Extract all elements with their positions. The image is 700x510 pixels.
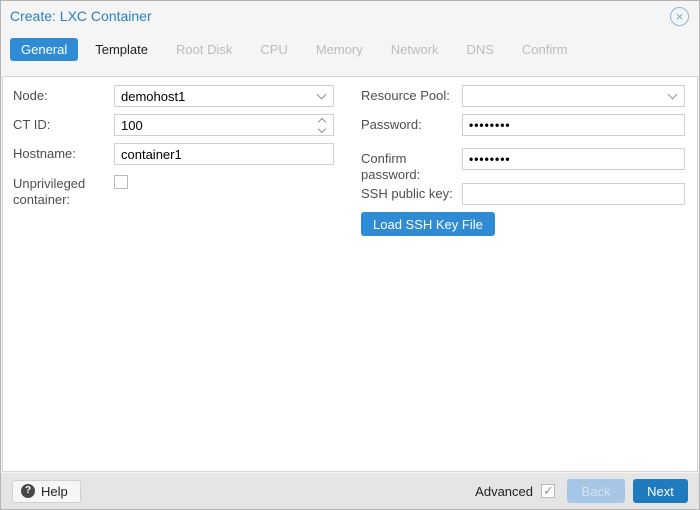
password-input[interactable]	[462, 114, 685, 136]
confirm-password-input[interactable]	[462, 148, 685, 170]
ctid-label: CT ID:	[13, 117, 51, 132]
node-combobox[interactable]	[114, 85, 334, 107]
ctid-row: CT ID:	[13, 114, 334, 136]
tab-network: Network	[390, 41, 439, 57]
help-button[interactable]: ? Help	[12, 479, 81, 503]
back-button: Back	[567, 479, 625, 503]
hostname-input[interactable]	[114, 143, 334, 165]
confirm-password-label: Confirm password:	[361, 151, 421, 182]
tab-general[interactable]: General	[10, 37, 79, 61]
resource-pool-dropdown-trigger[interactable]	[664, 86, 684, 106]
help-button-label: Help	[41, 483, 68, 499]
confirm-password-row: Confirm password:	[361, 148, 685, 183]
node-dropdown-trigger[interactable]	[313, 86, 333, 106]
tab-root-disk: Root Disk	[176, 41, 233, 57]
resource-pool-combobox[interactable]	[462, 85, 685, 107]
chevron-down-icon	[316, 89, 327, 100]
tab-template[interactable]: Template	[84, 38, 159, 61]
node-label: Node:	[13, 88, 48, 103]
password-label: Password:	[361, 117, 422, 132]
ctid-spinner-input[interactable]	[114, 114, 334, 136]
unprivileged-row: Unprivileged container:	[13, 173, 128, 208]
advanced-label: Advanced	[475, 483, 533, 499]
general-form-panel: Node: CT ID: Hostname:	[2, 76, 698, 472]
ssh-public-key-label: SSH public key:	[361, 186, 453, 201]
unprivileged-label: Unprivileged container:	[13, 176, 86, 207]
close-icon[interactable]: ×	[670, 7, 689, 26]
tab-dns: DNS	[466, 41, 494, 57]
hostname-label: Hostname:	[13, 146, 76, 161]
ssh-public-key-row: SSH public key:	[361, 183, 685, 205]
create-lxc-container-dialog: Create: LXC Container × General Template…	[0, 0, 700, 510]
chevron-down-icon	[667, 89, 678, 100]
node-row: Node:	[13, 85, 334, 107]
dialog-title: Create: LXC Container	[10, 8, 152, 24]
chevron-down-icon	[317, 124, 327, 134]
dialog-footer: ? Help Advanced Back Next	[1, 473, 699, 509]
wizard-tabbar: General Template Root Disk CPU Memory Ne…	[10, 37, 690, 61]
unprivileged-checkbox[interactable]	[114, 175, 128, 189]
ctid-spinner[interactable]	[313, 115, 333, 135]
load-ssh-key-file-button[interactable]: Load SSH Key File	[361, 212, 495, 236]
hostname-row: Hostname:	[13, 143, 334, 165]
resource-pool-label: Resource Pool:	[361, 88, 450, 103]
tab-memory: Memory	[315, 41, 363, 57]
password-row: Password:	[361, 114, 685, 136]
tab-cpu: CPU	[260, 41, 288, 57]
help-icon: ?	[21, 484, 35, 498]
next-button[interactable]: Next	[633, 479, 688, 503]
dialog-titlebar: Create: LXC Container ×	[0, 0, 700, 33]
tab-confirm: Confirm	[521, 41, 568, 57]
resource-pool-row: Resource Pool:	[361, 85, 685, 107]
ssh-public-key-input[interactable]	[462, 183, 685, 205]
advanced-checkbox[interactable]	[541, 483, 555, 499]
